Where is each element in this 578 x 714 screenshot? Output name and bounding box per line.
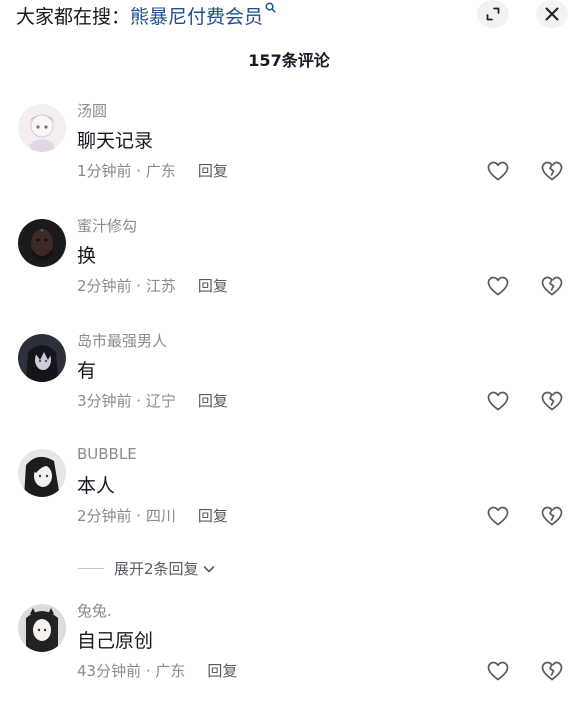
broken-heart-icon[interactable] — [540, 389, 564, 413]
heart-outline-icon[interactable] — [486, 274, 510, 298]
comment-text: 聊天记录 — [77, 130, 154, 152]
comment-username[interactable]: BUBBLE — [77, 445, 137, 463]
expand-button[interactable] — [477, 0, 509, 28]
comment-item: ✕ 蜜汁修勾 换 2分钟前 · 江苏 回复 — [0, 217, 578, 329]
comment-username[interactable]: 兔兔. — [77, 600, 112, 621]
close-icon — [545, 7, 559, 21]
divider-line — [78, 568, 104, 569]
comment-meta: 1分钟前 · 广东 回复 — [77, 160, 228, 181]
comment-time-location: 2分钟前 · 江苏 — [77, 277, 176, 295]
comment-username[interactable]: 蜜汁修勾 — [77, 215, 137, 236]
broken-heart-icon[interactable] — [540, 274, 564, 298]
comment-text: 有 — [77, 360, 97, 382]
comment-time-location: 3分钟前 · 辽宁 — [77, 392, 176, 410]
close-button[interactable] — [536, 0, 568, 28]
comment-meta: 43分钟前 · 广东 回复 — [77, 660, 237, 681]
avatar[interactable] — [18, 604, 66, 652]
reply-button[interactable]: 回复 — [207, 660, 237, 681]
reply-button[interactable]: 回复 — [198, 390, 228, 411]
svg-text:✕: ✕ — [40, 228, 44, 234]
comment-time-location: 1分钟前 · 广东 — [77, 162, 176, 180]
broken-heart-icon[interactable] — [540, 659, 564, 683]
comment-item: 汤圆 聊天记录 1分钟前 · 广东 回复 — [0, 102, 578, 214]
heart-outline-icon[interactable] — [486, 659, 510, 683]
comment-username[interactable]: 岛市最强男人 — [77, 330, 167, 351]
comment-item: BUBBLE 本人 2分钟前 · 四川 回复 — [0, 445, 578, 559]
heart-outline-icon[interactable] — [486, 504, 510, 528]
avatar[interactable] — [18, 104, 66, 152]
search-suggestion-prefix: 大家都在搜： — [16, 5, 131, 28]
broken-heart-icon[interactable] — [540, 159, 564, 183]
comment-item: 兔兔. 自己原创 43分钟前 · 广东 回复 — [0, 602, 578, 714]
heart-outline-icon[interactable] — [486, 389, 510, 413]
expand-replies-label: 展开2条回复 — [114, 560, 199, 578]
comment-meta: 2分钟前 · 江苏 回复 — [77, 275, 228, 296]
comment-count-title: 157条评论 — [248, 51, 330, 70]
comment-time-location: 2分钟前 · 四川 — [77, 507, 176, 525]
reply-button[interactable]: 回复 — [198, 505, 228, 526]
comment-meta: 3分钟前 · 辽宁 回复 — [77, 390, 228, 411]
avatar[interactable]: ✕ — [18, 219, 66, 267]
comment-meta: 2分钟前 · 四川 回复 — [77, 505, 228, 526]
comment-time-location: 43分钟前 · 广东 — [77, 662, 186, 680]
comment-text: 本人 — [77, 475, 116, 497]
broken-heart-icon[interactable] — [540, 504, 564, 528]
search-suggestion-term[interactable]: 熊暴尼付费会员 — [130, 2, 263, 29]
comment-item: 岛市最强男人 有 3分钟前 · 辽宁 回复 — [0, 332, 578, 444]
expand-icon — [486, 7, 500, 21]
expand-replies-button[interactable]: 展开2条回复 — [78, 558, 216, 579]
comment-text: 自己原创 — [77, 630, 154, 652]
chevron-down-icon — [203, 565, 214, 572]
comment-text: 换 — [77, 245, 97, 267]
comment-username[interactable]: 汤圆 — [77, 100, 107, 121]
reply-button[interactable]: 回复 — [198, 160, 228, 181]
search-suggestion-bar[interactable]: 大家都在搜： 熊暴尼付费会员 — [16, 0, 276, 30]
avatar[interactable] — [18, 334, 66, 382]
avatar[interactable] — [18, 449, 66, 497]
search-icon — [265, 2, 276, 16]
reply-button[interactable]: 回复 — [198, 275, 228, 296]
heart-outline-icon[interactable] — [486, 159, 510, 183]
